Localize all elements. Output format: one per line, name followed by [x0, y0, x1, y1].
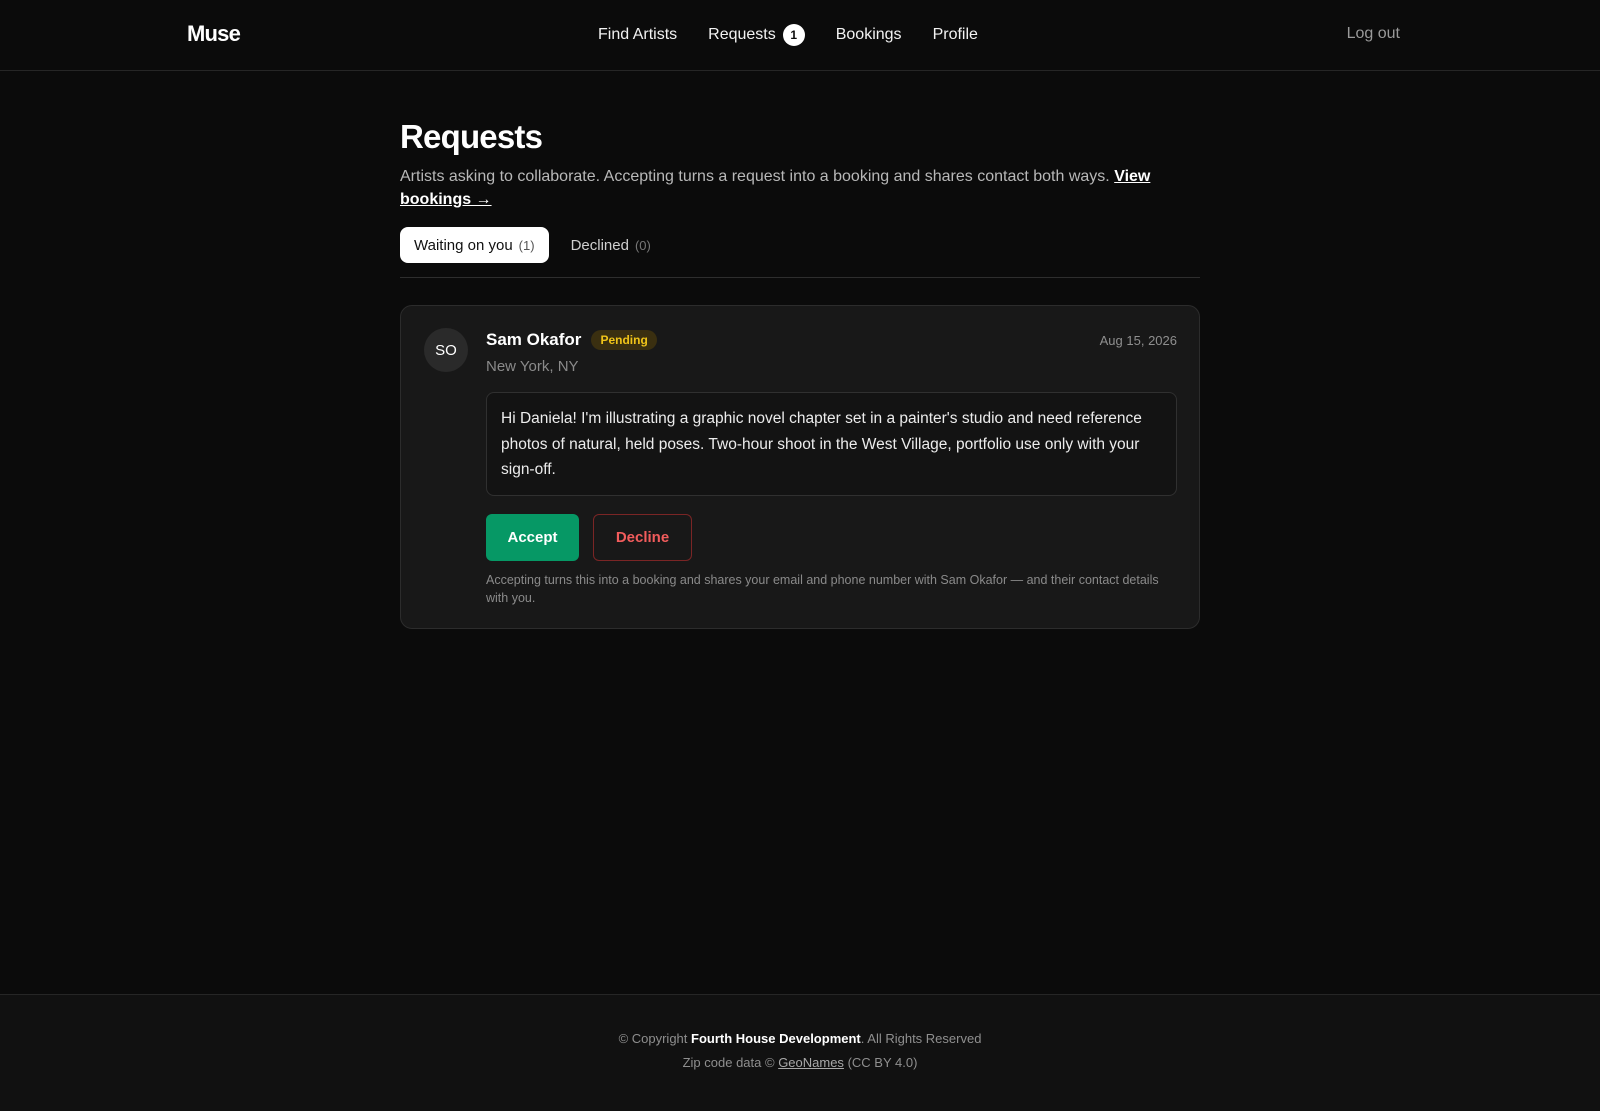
app-logo[interactable]: Muse: [187, 21, 241, 47]
copyright-line: © Copyright Fourth House Development. Al…: [0, 1031, 1600, 1046]
tab-declined[interactable]: Declined (0): [555, 227, 665, 263]
page-subtitle-text: Artists asking to collaborate. Accepting…: [400, 168, 1110, 185]
nav-profile-label: Profile: [932, 26, 978, 43]
request-actions: Accept Decline: [486, 514, 1177, 561]
request-card-body: Sam Okafor Pending Aug 15, 2026 New York…: [486, 328, 1177, 607]
nav-bookings[interactable]: Bookings: [836, 26, 902, 44]
logout-link[interactable]: Log out: [1347, 25, 1400, 43]
tab-waiting-on-you[interactable]: Waiting on you (1): [400, 227, 549, 263]
main-content: Requests Artists asking to collaborate. …: [400, 71, 1200, 629]
decline-button[interactable]: Decline: [593, 514, 692, 561]
accept-button[interactable]: Accept: [486, 514, 579, 561]
request-tabs: Waiting on you (1) Declined (0): [400, 227, 1200, 278]
nav-find-artists[interactable]: Find Artists: [598, 26, 677, 44]
request-date: Aug 15, 2026: [1099, 333, 1177, 348]
page-footer: © Copyright Fourth House Development. Al…: [0, 994, 1600, 1111]
requester-header: Sam Okafor Pending: [486, 328, 1177, 352]
tab-waiting-count: (1): [518, 237, 535, 253]
nav-profile[interactable]: Profile: [933, 26, 978, 44]
top-navigation-bar: Muse Find Artists Requests 1 Bookings Pr…: [0, 0, 1600, 71]
tab-declined-count: (0): [634, 237, 651, 253]
tab-declined-label: Declined: [570, 236, 629, 254]
copyright-prefix: © Copyright: [618, 1031, 688, 1046]
nav-requests-label: Requests: [708, 26, 776, 43]
nav-requests[interactable]: Requests 1: [708, 24, 805, 46]
main-nav: Find Artists Requests 1 Bookings Profile: [598, 24, 978, 46]
company-name: Fourth House Development: [691, 1031, 861, 1046]
tab-waiting-label: Waiting on you: [414, 236, 513, 254]
avatar: SO: [424, 328, 468, 372]
page-title: Requests: [400, 118, 543, 155]
requester-location: New York, NY: [486, 358, 579, 375]
nav-bookings-label: Bookings: [835, 26, 902, 43]
copyright-suffix: . All Rights Reserved: [860, 1031, 982, 1046]
request-card: SO Sam Okafor Pending Aug 15, 2026 New Y…: [400, 305, 1200, 629]
page-subtitle: Artists asking to collaborate. Accepting…: [400, 165, 1160, 211]
request-message: Hi Daniela! I'm illustrating a graphic n…: [486, 392, 1177, 496]
nav-find-artists-label: Find Artists: [598, 26, 678, 43]
requests-count-badge: 1: [782, 24, 805, 46]
requester-name: Sam Okafor: [486, 330, 582, 349]
geonames-link[interactable]: GeoNames: [778, 1055, 844, 1070]
zip-license: (CC BY 4.0): [847, 1055, 918, 1070]
status-badge: Pending: [591, 330, 657, 350]
accept-info-note: Accepting turns this into a booking and …: [486, 573, 1159, 605]
attribution-line: Zip code data © GeoNames (CC BY 4.0): [0, 1055, 1600, 1070]
zip-prefix: Zip code data ©: [682, 1055, 775, 1070]
